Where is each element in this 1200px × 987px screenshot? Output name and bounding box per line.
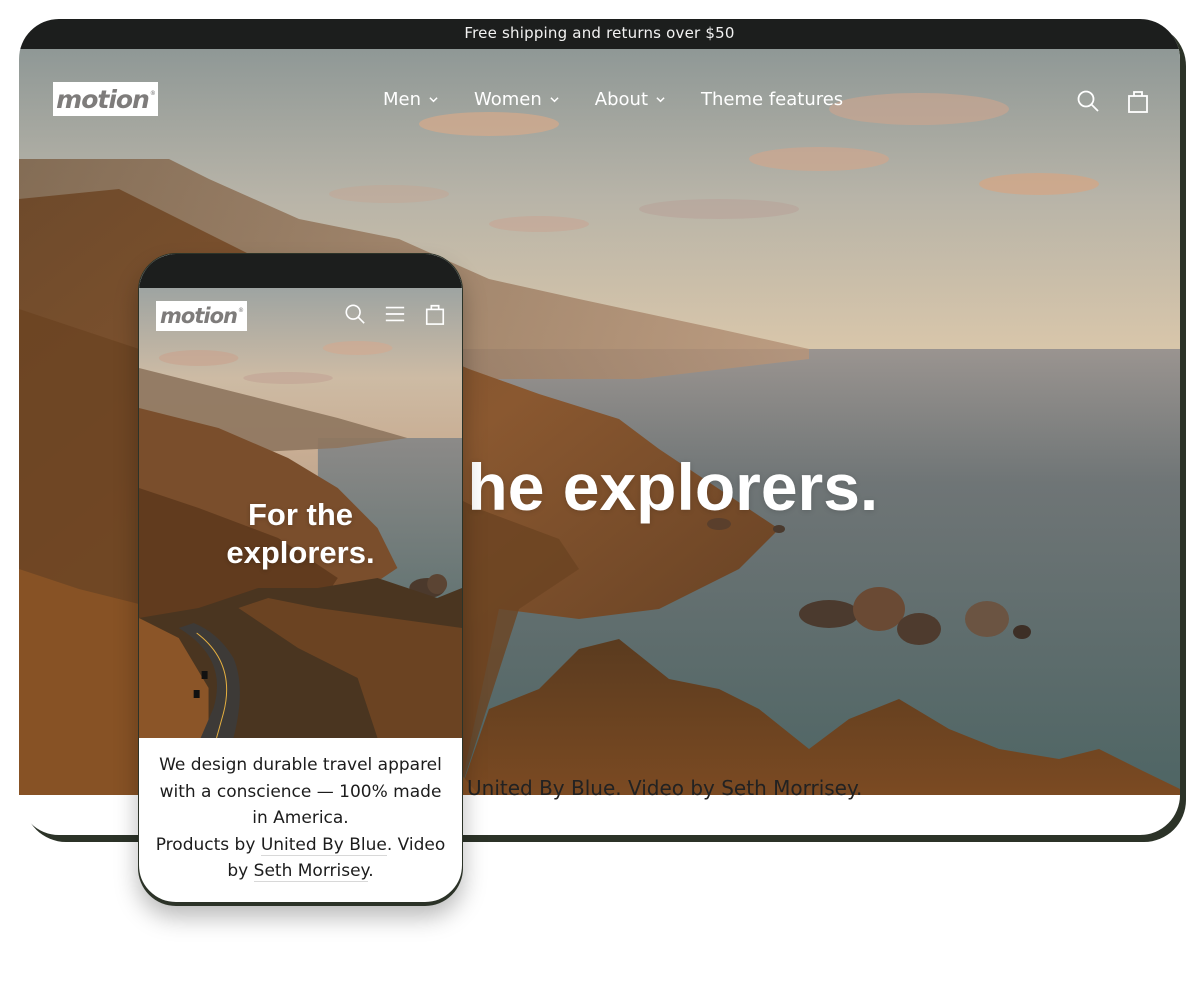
mobile-hero-title: For the explorers. — [139, 496, 462, 572]
mobile-preview: motion ® For the explorers. We design dur… — [138, 253, 463, 903]
mobile-hero-title-line1: For the — [247, 497, 354, 532]
chevron-down-icon — [429, 97, 438, 103]
description-text: We design durable travel apparel with a … — [159, 755, 442, 828]
nav-item-women[interactable]: Women — [474, 89, 559, 110]
mobile-header-icons — [344, 303, 446, 325]
united-by-blue-link[interactable]: United By Blue — [260, 834, 387, 856]
chevron-down-icon — [656, 97, 665, 103]
announcement-bar: Free shipping and returns over $50 — [19, 19, 1180, 49]
hero-caption-partial: United By Blue. Video by Seth Morrisey. — [467, 776, 863, 800]
logo-text: motion — [56, 84, 150, 114]
main-navigation: Men Women About Theme features — [383, 89, 879, 110]
search-icon[interactable] — [1076, 89, 1100, 113]
nav-item-about[interactable]: About — [595, 89, 665, 110]
chevron-down-icon — [550, 97, 559, 103]
seth-morrisey-link[interactable]: Seth Morrisey — [253, 861, 369, 882]
nav-label: Theme features — [701, 89, 844, 110]
header-icons — [1076, 89, 1150, 113]
brand-logo[interactable]: motion ® — [53, 82, 158, 116]
mobile-hero: motion ® For the explorers. — [139, 288, 462, 738]
logo-text: motion — [160, 304, 238, 328]
mobile-description: We design durable travel apparel with a … — [151, 752, 450, 885]
nav-item-men[interactable]: Men — [383, 89, 438, 110]
nav-item-theme-features[interactable]: Theme features — [701, 89, 843, 110]
cart-bag-icon[interactable] — [1126, 89, 1150, 113]
cart-bag-icon[interactable] — [424, 303, 446, 325]
registered-mark: ® — [149, 89, 156, 97]
credits-prefix: Products by — [155, 834, 261, 855]
credits-suffix: . — [368, 861, 374, 881]
hero-title-visible: he explorers. — [467, 450, 879, 524]
nav-label: Men — [383, 89, 422, 110]
nav-label: About — [594, 89, 649, 110]
mobile-status-bar — [139, 254, 462, 288]
menu-icon[interactable] — [384, 303, 406, 325]
registered-mark: ® — [237, 306, 244, 314]
nav-label: Women — [474, 89, 542, 110]
search-icon[interactable] — [344, 303, 366, 325]
mobile-brand-logo[interactable]: motion ® — [156, 301, 247, 331]
mobile-hero-title-line2: explorers. — [226, 535, 375, 570]
